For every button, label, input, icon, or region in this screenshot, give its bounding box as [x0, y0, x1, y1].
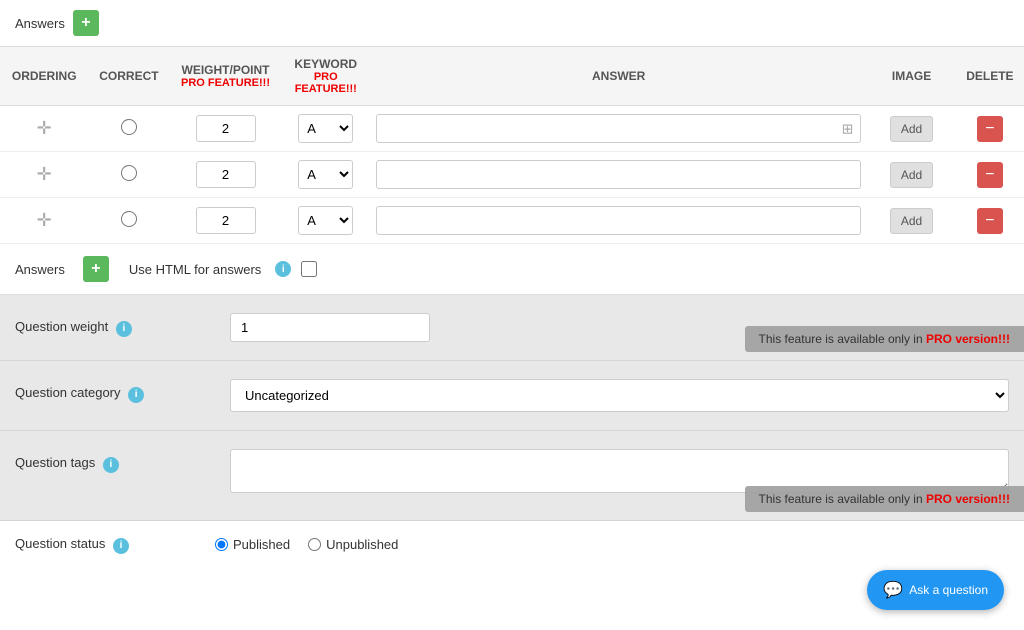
answers-footer: Answers + Use HTML for answers i	[0, 244, 1024, 295]
question-tags-label: Question tags i	[15, 449, 215, 473]
question-tags-section: Question tags i This feature is availabl…	[0, 431, 1024, 521]
question-category-row: Question category i Uncategorized	[15, 379, 1009, 412]
delete-row-button[interactable]: −	[977, 208, 1003, 234]
answer-input-wrapper	[376, 206, 861, 235]
answers-footer-label: Answers	[15, 262, 65, 277]
question-weight-label: Question weight i	[15, 313, 215, 337]
answer-input[interactable]	[376, 114, 861, 143]
table-row: ✛ A ⊞ Add −	[0, 106, 1024, 152]
answers-top-label: Answers	[15, 16, 65, 31]
unpublished-option[interactable]: Unpublished	[308, 537, 398, 552]
question-tags-info-icon: i	[103, 457, 119, 473]
add-image-button[interactable]: Add	[890, 208, 933, 234]
th-answer: ANSWER	[370, 47, 867, 106]
th-keyword: KEYWORD PRO Feature!!!	[282, 47, 370, 106]
question-category-select[interactable]: Uncategorized	[230, 379, 1009, 412]
th-delete: DELETE	[956, 47, 1024, 106]
delete-row-button[interactable]: −	[977, 162, 1003, 188]
table-row: ✛ A Add −	[0, 198, 1024, 244]
published-option[interactable]: Published	[215, 537, 290, 552]
add-icon-bottom: +	[91, 260, 100, 278]
table-row: ✛ A Add −	[0, 152, 1024, 198]
question-tags-pro-overlay: This feature is available only in PRO ve…	[745, 486, 1024, 512]
weight-input[interactable]	[196, 161, 256, 188]
unpublished-label: Unpublished	[326, 537, 398, 552]
keyword-select[interactable]: A	[298, 206, 353, 235]
th-weight: WEIGHT/POINT PRO Feature!!!	[169, 47, 281, 106]
html-answers-label: Use HTML for answers	[129, 262, 261, 277]
ask-question-label: Ask a question	[909, 583, 988, 597]
answer-input[interactable]	[376, 160, 861, 189]
question-weight-input[interactable]	[230, 313, 430, 342]
keyword-select[interactable]: A	[298, 160, 353, 189]
question-status-info-icon: i	[113, 538, 129, 554]
question-weight-section: Question weight i This feature is availa…	[0, 295, 1024, 361]
th-ordering: ORDERING	[0, 47, 88, 106]
html-answers-checkbox[interactable]	[301, 261, 317, 277]
html-info-icon: i	[275, 261, 291, 277]
add-image-button[interactable]: Add	[890, 116, 933, 142]
question-weight-pro-overlay: This feature is available only in PRO ve…	[745, 326, 1024, 352]
correct-radio[interactable]	[121, 119, 137, 135]
table-body: ✛ A ⊞ Add − ✛ A Add − ✛ A Add −	[0, 106, 1024, 244]
weight-input[interactable]	[196, 207, 256, 234]
page-wrapper: Answers + ORDERING CORRECT WEIGHT/POINT …	[0, 0, 1024, 630]
unpublished-radio[interactable]	[308, 538, 321, 551]
add-answer-bottom-button[interactable]: +	[83, 256, 109, 282]
keyword-select[interactable]: A	[298, 114, 353, 143]
question-status-section: Question status i Published Unpublished	[0, 521, 1024, 569]
correct-radio[interactable]	[121, 165, 137, 181]
question-status-label: Question status i	[15, 536, 215, 554]
add-answer-top-button[interactable]: +	[73, 10, 99, 36]
question-category-control: Uncategorized	[230, 379, 1009, 412]
th-correct: CORRECT	[88, 47, 169, 106]
drag-handle-icon[interactable]: ✛	[37, 210, 52, 230]
table-header-row: ORDERING CORRECT WEIGHT/POINT PRO Featur…	[0, 47, 1024, 106]
status-options: Published Unpublished	[215, 537, 398, 552]
question-category-info-icon: i	[128, 387, 144, 403]
question-weight-info-icon: i	[116, 321, 132, 337]
drag-handle-icon[interactable]: ✛	[37, 164, 52, 184]
published-radio[interactable]	[215, 538, 228, 551]
question-category-section: Question category i Uncategorized	[0, 361, 1024, 431]
add-icon: +	[81, 14, 90, 32]
answers-top-header: Answers +	[0, 0, 1024, 47]
th-image: IMAGE	[867, 47, 955, 106]
question-category-label: Question category i	[15, 379, 215, 403]
correct-radio[interactable]	[121, 211, 137, 227]
published-label: Published	[233, 537, 290, 552]
delete-row-button[interactable]: −	[977, 116, 1003, 142]
editor-icon: ⊞	[842, 120, 854, 137]
weight-input[interactable]	[196, 115, 256, 142]
drag-handle-icon[interactable]: ✛	[37, 118, 52, 138]
answer-input-wrapper: ⊞	[376, 114, 861, 143]
ask-question-button[interactable]: 💬 Ask a question	[867, 570, 1004, 610]
answers-table: ORDERING CORRECT WEIGHT/POINT PRO Featur…	[0, 47, 1024, 244]
answer-input-wrapper	[376, 160, 861, 189]
add-image-button[interactable]: Add	[890, 162, 933, 188]
chat-icon: 💬	[883, 580, 903, 600]
answer-input[interactable]	[376, 206, 861, 235]
